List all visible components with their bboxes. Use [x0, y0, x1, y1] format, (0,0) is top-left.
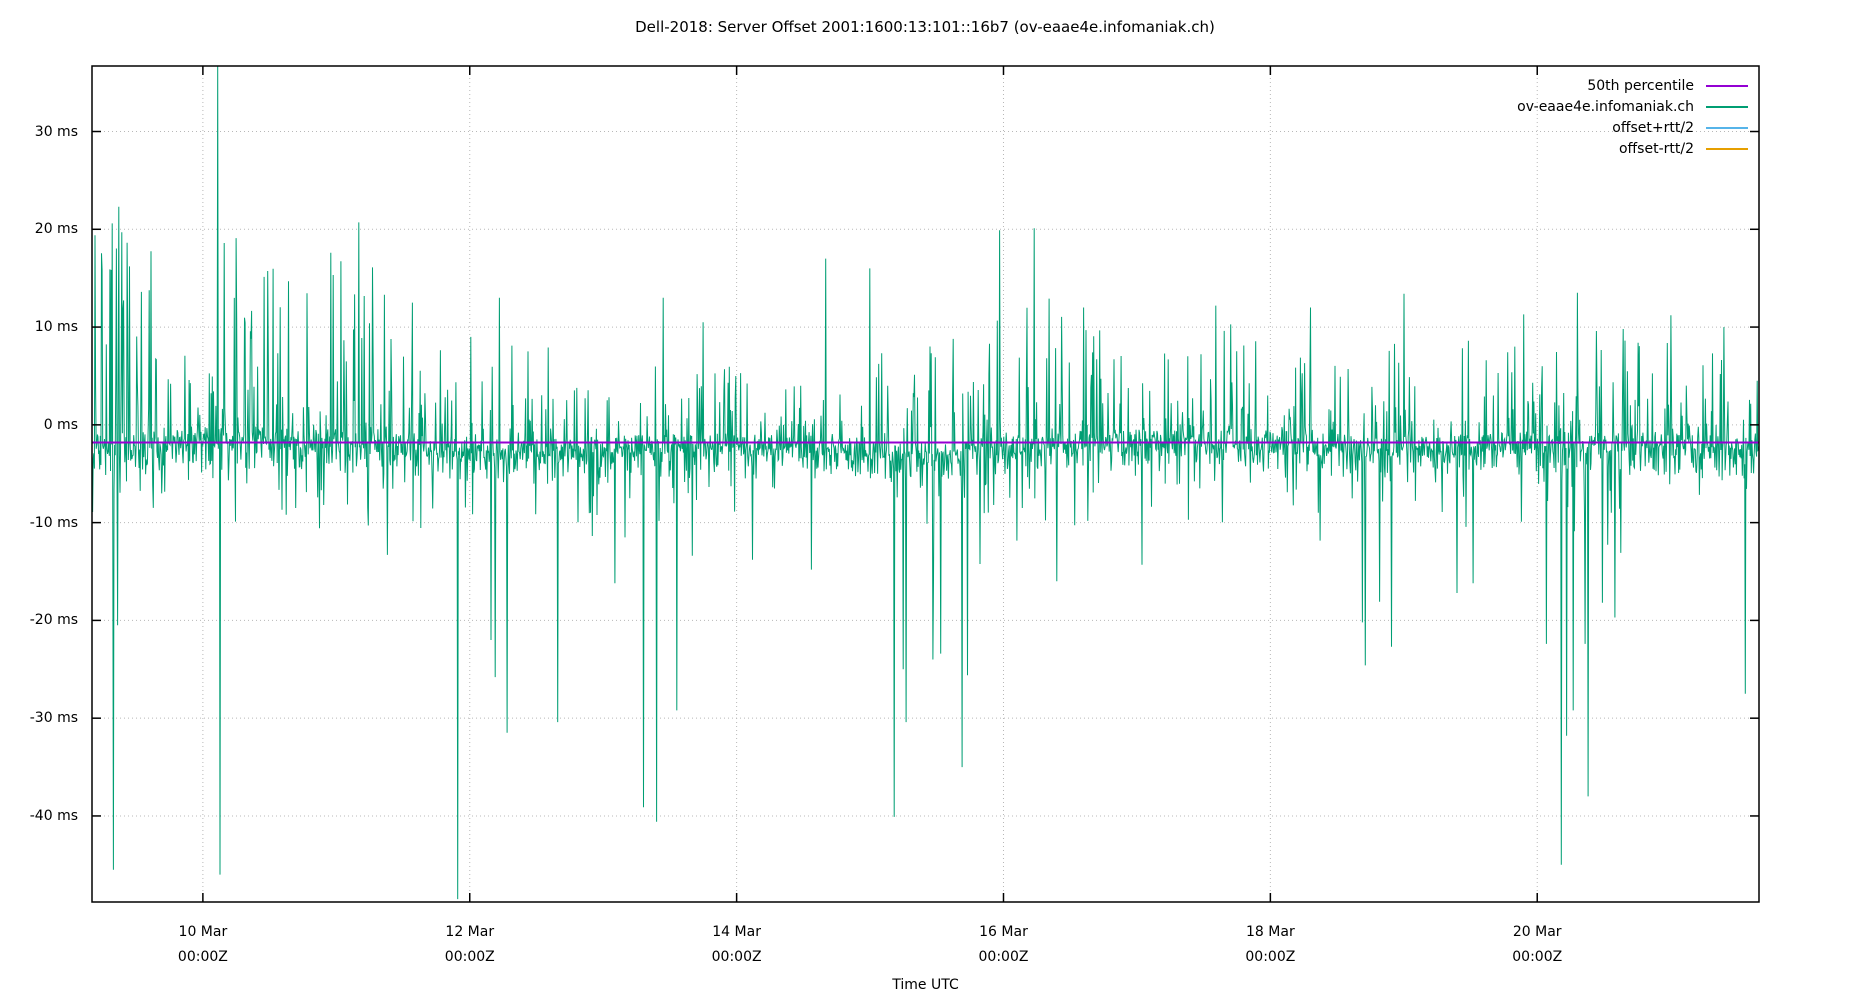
x-tick-time: 00:00Z — [933, 945, 1073, 970]
legend-entry: offset-rtt/2 — [1619, 139, 1748, 159]
y-tick-label: -40 ms — [0, 806, 78, 826]
legend-line-sample — [1706, 106, 1748, 108]
legend-line-sample — [1706, 127, 1748, 129]
x-tick-time: 00:00Z — [667, 945, 807, 970]
x-tick-time: 00:00Z — [1467, 945, 1607, 970]
x-tick-label: 20 Mar00:00Z — [1467, 920, 1607, 970]
legend-line-sample — [1706, 148, 1748, 150]
x-tick-date: 20 Mar — [1467, 920, 1607, 945]
y-tick-label: -10 ms — [0, 513, 78, 533]
x-tick-label: 14 Mar00:00Z — [667, 920, 807, 970]
legend-label: offset+rtt/2 — [1612, 120, 1694, 136]
legend-label: ov-eaae4e.infomaniak.ch — [1517, 99, 1694, 115]
ntpviz-offset-chart: Dell-2018: Server Offset 2001:1600:13:10… — [0, 0, 1850, 1000]
x-tick-date: 18 Mar — [1200, 920, 1340, 945]
legend-entry: offset+rtt/2 — [1612, 118, 1748, 138]
y-tick-label: -30 ms — [0, 708, 78, 728]
x-tick-date: 14 Mar — [667, 920, 807, 945]
x-tick-date: 12 Mar — [400, 920, 540, 945]
x-axis-title: Time UTC — [92, 977, 1759, 993]
x-tick-date: 16 Mar — [933, 920, 1073, 945]
y-tick-label: 10 ms — [0, 317, 78, 337]
x-tick-time: 00:00Z — [1200, 945, 1340, 970]
plot-area — [0, 0, 1850, 1000]
legend-entry: 50th percentile — [1587, 76, 1748, 96]
y-tick-label: 0 ms — [0, 415, 78, 435]
y-tick-label: 30 ms — [0, 122, 78, 142]
x-tick-time: 00:00Z — [400, 945, 540, 970]
x-tick-label: 18 Mar00:00Z — [1200, 920, 1340, 970]
offset-series-line — [92, 66, 1759, 899]
legend-entry: ov-eaae4e.infomaniak.ch — [1517, 97, 1748, 117]
plot-border — [92, 66, 1759, 902]
x-tick-label: 12 Mar00:00Z — [400, 920, 540, 970]
x-tick-date: 10 Mar — [133, 920, 273, 945]
x-tick-label: 16 Mar00:00Z — [933, 920, 1073, 970]
x-tick-label: 10 Mar00:00Z — [133, 920, 273, 970]
y-tick-label: 20 ms — [0, 219, 78, 239]
legend-label: 50th percentile — [1587, 78, 1694, 94]
legend-label: offset-rtt/2 — [1619, 141, 1694, 157]
x-tick-time: 00:00Z — [133, 945, 273, 970]
legend-line-sample — [1706, 85, 1748, 87]
y-tick-label: -20 ms — [0, 610, 78, 630]
